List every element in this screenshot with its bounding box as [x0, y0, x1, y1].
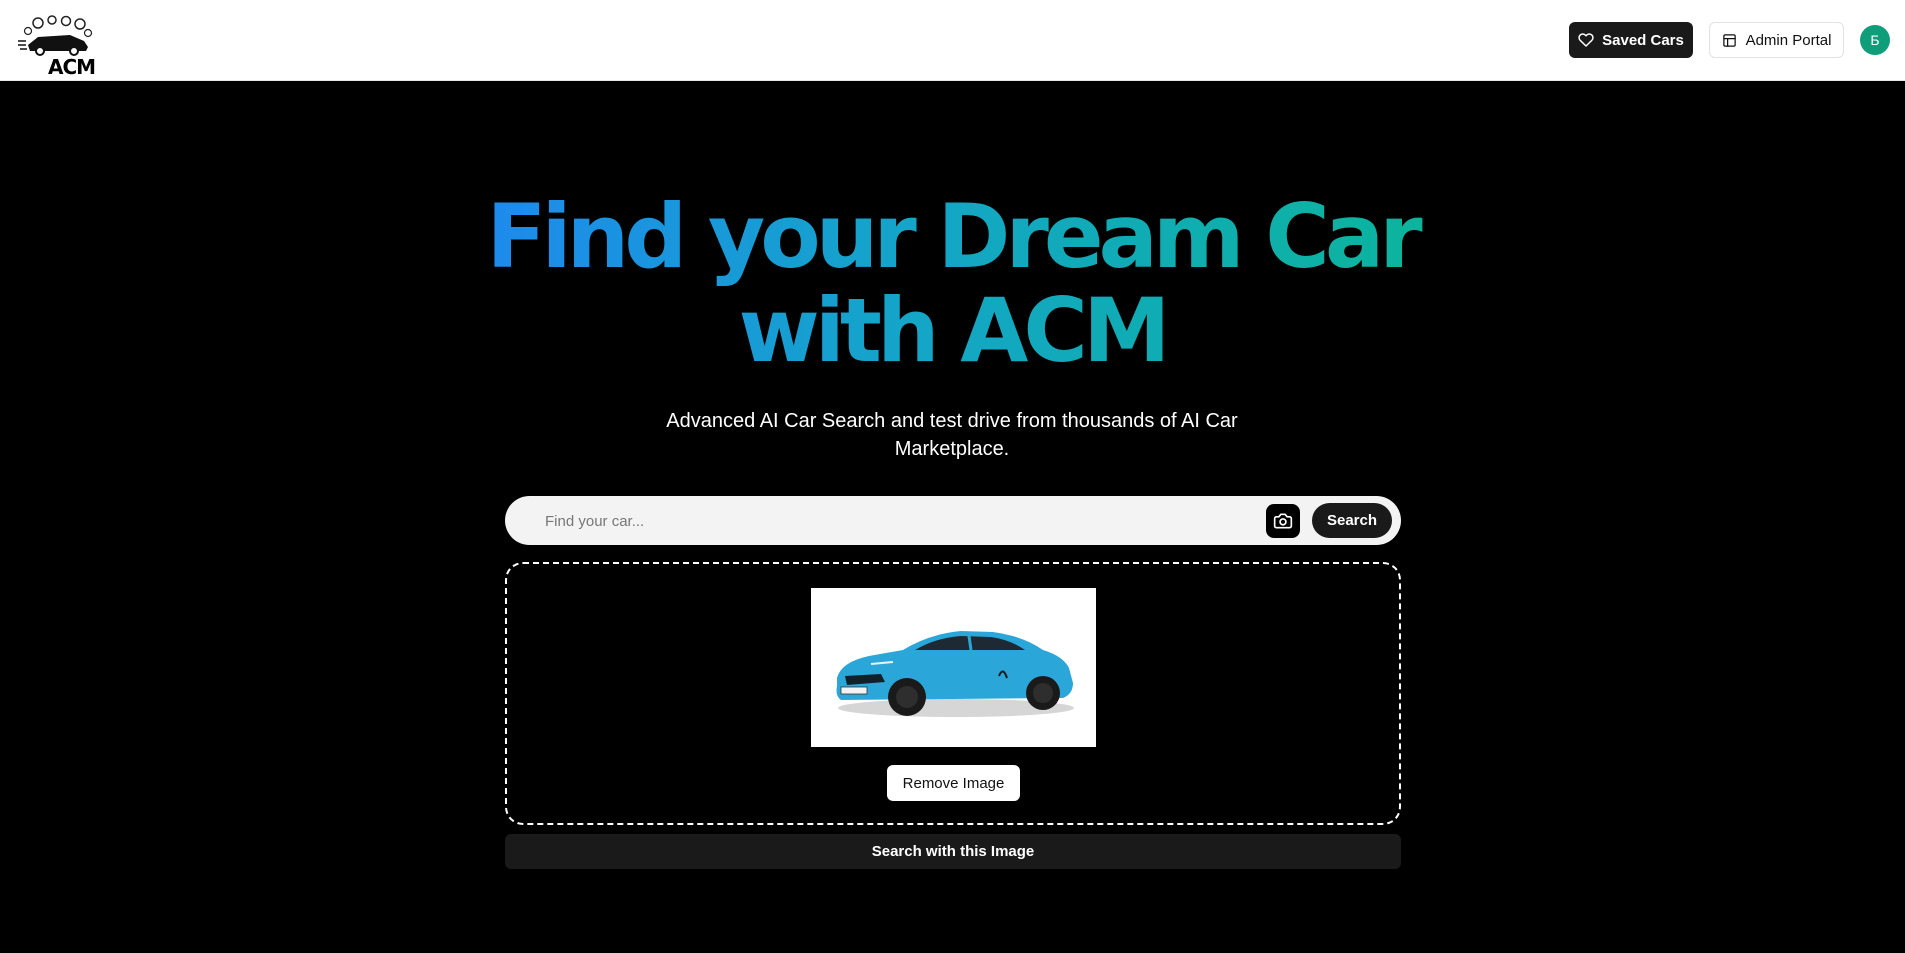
- blue-coupe-image: [811, 588, 1096, 747]
- acm-logo[interactable]: ACM: [18, 15, 96, 79]
- image-upload-zone[interactable]: Remove Image: [505, 562, 1401, 825]
- saved-cars-label: Saved Cars: [1602, 31, 1684, 49]
- hero-title-line1: Find your Dream Car: [486, 185, 1418, 288]
- logo-text: ACM: [48, 55, 96, 79]
- search-with-image-button[interactable]: Search with this Image: [505, 834, 1401, 869]
- remove-image-button[interactable]: Remove Image: [887, 765, 1020, 801]
- hero-subtitle: Advanced AI Car Search and test drive fr…: [666, 410, 1238, 460]
- hero-title: Find your Dream Car with ACM: [452, 190, 1452, 378]
- camera-icon: [1273, 513, 1293, 529]
- layout-icon: [1722, 33, 1736, 47]
- admin-portal-label: Admin Portal: [1745, 31, 1832, 49]
- hero-title-line2: with ACM: [738, 279, 1166, 382]
- search-button[interactable]: Search: [1312, 503, 1392, 538]
- admin-portal-button[interactable]: Admin Portal: [1709, 22, 1844, 58]
- saved-cars-button[interactable]: Saved Cars: [1569, 22, 1693, 58]
- top-navbar: ACM Saved Cars Admin Portal Б: [0, 0, 1905, 81]
- heart-icon: [1578, 33, 1594, 47]
- user-avatar[interactable]: Б: [1860, 25, 1890, 55]
- search-input[interactable]: [545, 508, 1245, 534]
- camera-button[interactable]: [1266, 504, 1300, 538]
- search-bar: Search: [505, 496, 1401, 545]
- uploaded-car-image: [811, 588, 1096, 747]
